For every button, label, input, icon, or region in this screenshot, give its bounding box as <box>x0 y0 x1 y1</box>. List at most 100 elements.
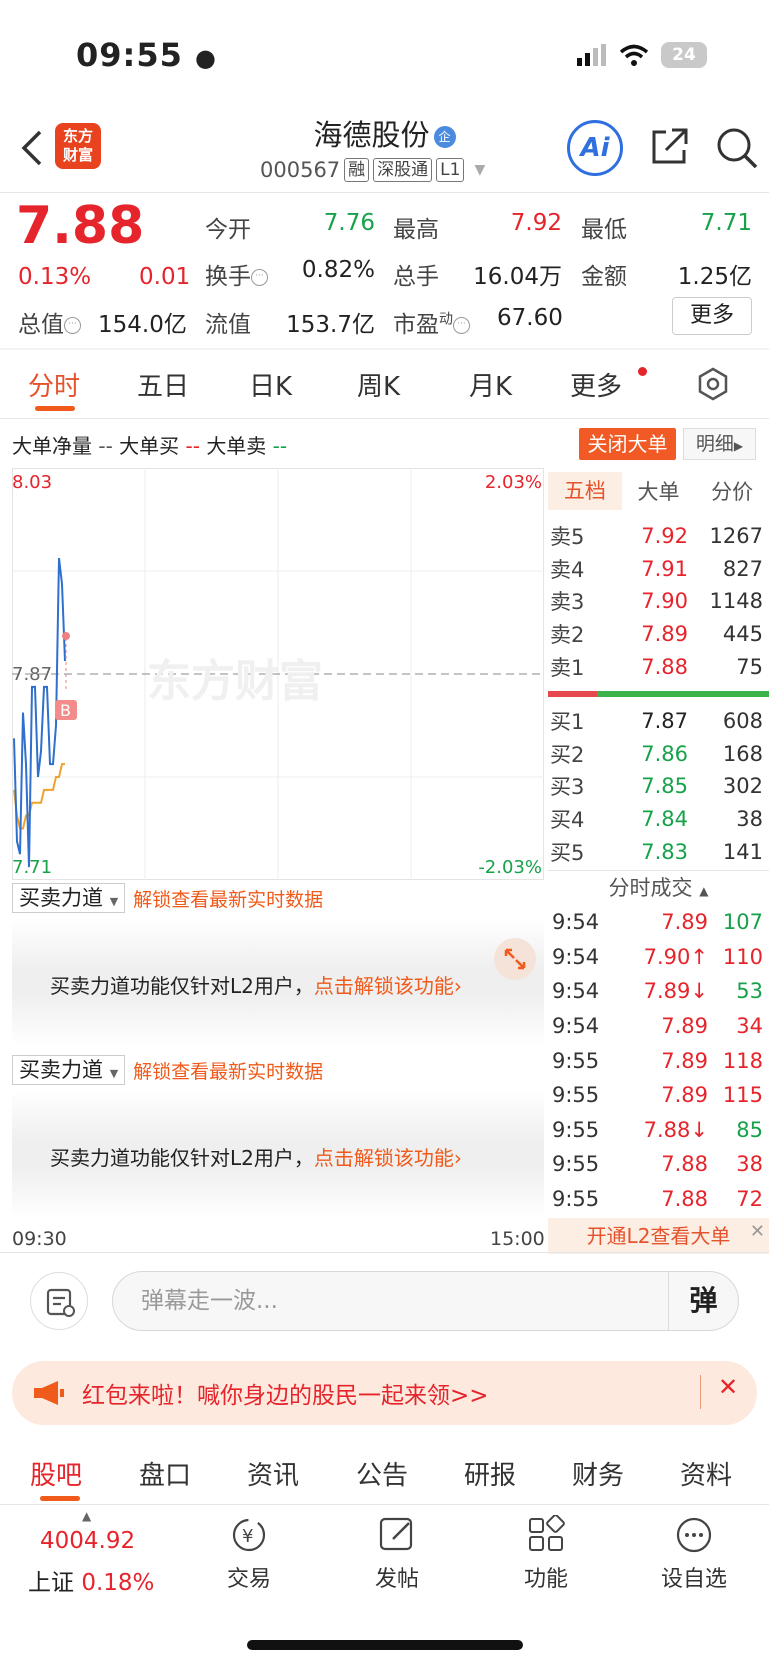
nav-trade[interactable]: ¥ 交易 <box>199 1515 299 1593</box>
bid-row[interactable]: 买5 7.83 141 <box>548 835 769 868</box>
l2-cta-banner[interactable]: 开通L2查看大单 ✕ <box>548 1218 769 1255</box>
tab-pankou[interactable]: 盘口 <box>139 1455 191 1492</box>
tab-more[interactable]: 更多 <box>570 366 622 403</box>
close-big-order-button[interactable]: 关闭大单 <box>579 428 676 460</box>
banner-text: 红包来啦！喊你身边的股民一起来领>> <box>82 1383 489 1409</box>
close-icon[interactable]: ✕ <box>750 1214 765 1250</box>
chevron-down-icon: ▼ <box>109 1067 119 1080</box>
indicator-select[interactable]: 买卖力道 ▼ <box>12 883 126 913</box>
tab-5day[interactable]: 五日 <box>137 366 189 403</box>
nav-add-watchlist[interactable]: 设自选 <box>644 1515 744 1593</box>
ticks-list: 9:54 7.89 107 9:54 7.90↑ 110 9:54 7.89↓ 53 9:5… <box>548 905 769 1216</box>
tick-volume: 115 <box>722 1083 763 1108</box>
open-label: 今开 <box>205 217 251 243</box>
settings-icon[interactable] <box>696 367 730 401</box>
mcap-value: 154.0亿 <box>98 312 187 338</box>
tick-price: 7.89 <box>661 910 708 935</box>
turnover-label-text: 换手 <box>205 264 251 290</box>
tab-daily-k[interactable]: 日K <box>249 366 292 403</box>
stock-name: 海德股份 <box>313 118 430 152</box>
caret-up-icon: ▲ <box>82 1509 92 1523</box>
comment-list-icon <box>46 1288 75 1317</box>
big-order-sell-label: 大单卖 <box>206 434 267 458</box>
volume-value: 16.04万 <box>473 264 562 290</box>
danmu-list-button[interactable] <box>30 1272 88 1330</box>
info-icon[interactable]: ··· <box>251 269 268 286</box>
index-value[interactable]: 4004.92 <box>40 1528 135 1554</box>
share-icon[interactable] <box>648 126 690 168</box>
ticks-header[interactable]: 分时成交 ▲ <box>548 871 769 905</box>
ask-row[interactable]: 卖3 7.90 1148 <box>548 585 769 618</box>
pct-max-label: 2.03% <box>485 472 542 493</box>
bid-row[interactable]: 买3 7.85 302 <box>548 770 769 803</box>
corp-badge: 企 <box>433 126 456 148</box>
mcap-label: 总值 ··· <box>18 305 81 339</box>
info-icon[interactable]: ··· <box>453 317 470 334</box>
chart-watermark: 东方财富 <box>147 656 323 707</box>
bid-row[interactable]: 买2 7.86 168 <box>548 738 769 771</box>
tab-news[interactable]: 资讯 <box>247 1455 299 1492</box>
expand-button[interactable] <box>494 938 536 980</box>
index-summary[interactable]: 上证 0.18% <box>28 1563 154 1597</box>
tab-five-levels[interactable]: 五档 <box>548 472 622 510</box>
l2-message: 买卖力道功能仅针对L2用户，点击解锁该功能› <box>50 1142 462 1171</box>
float-label: 流值 <box>205 312 251 338</box>
detail-button[interactable]: 明细▶ <box>683 428 756 460</box>
bid-row[interactable]: 买4 7.84 38 <box>548 803 769 836</box>
ai-button[interactable]: Ai <box>567 120 623 176</box>
unlock-link[interactable]: 解锁查看最新实时数据 <box>133 885 323 912</box>
tick-price: 7.89 <box>661 1083 708 1108</box>
tick-price: 7.88↓ <box>643 1117 708 1142</box>
tick-volume: 107 <box>722 910 763 935</box>
tab-profile[interactable]: 资料 <box>680 1455 732 1492</box>
tick-row: 9:55 7.88 72 <box>548 1182 769 1217</box>
tab-research[interactable]: 研报 <box>464 1455 516 1492</box>
tick-price: 7.88 <box>661 1152 708 1177</box>
tick-row: 9:55 7.88↓ 85 <box>548 1113 769 1148</box>
more-button[interactable]: 更多 <box>672 297 752 335</box>
tag-connect: 深股通 <box>373 158 433 182</box>
svg-text:¥: ¥ <box>242 1526 253 1547</box>
big-order-buy-label: 大单买 <box>119 434 180 458</box>
nav-post[interactable]: 发帖 <box>347 1515 447 1593</box>
bid-row[interactable]: 买1 7.87 608 <box>548 705 769 738</box>
order-book-tabs: 五档 大单 分价 <box>548 470 769 512</box>
nav-functions[interactable]: 功能 <box>496 1515 596 1593</box>
close-icon[interactable]: ✕ <box>718 1373 738 1401</box>
unlock-feature-link[interactable]: 点击解锁该功能 <box>314 1146 454 1170</box>
tick-volume: 85 <box>736 1117 763 1142</box>
tick-time: 9:55 <box>552 1152 600 1177</box>
big-order-net-value: -- <box>98 434 113 458</box>
danmu-input[interactable]: 弹幕走一波... <box>112 1271 739 1331</box>
ask-row[interactable]: 卖1 7.88 75 <box>548 650 769 683</box>
nav-trade-label: 交易 <box>226 1567 271 1592</box>
ask-row[interactable]: 卖2 7.89 445 <box>548 618 769 651</box>
red-packet-banner[interactable]: 红包来啦！喊你身边的股民一起来领>> ✕ <box>12 1361 757 1425</box>
stock-code: 000567 <box>260 158 341 182</box>
ask-row[interactable]: 卖5 7.92 1267 <box>548 520 769 553</box>
tab-big-orders[interactable]: 大单 <box>622 476 696 506</box>
tab-finance[interactable]: 财务 <box>572 1455 624 1492</box>
tab-monthly-k[interactable]: 月K <box>469 366 512 403</box>
ask-volume: 1148 <box>709 589 763 614</box>
tab-intraday[interactable]: 分时 <box>28 366 80 403</box>
unlock-feature-link[interactable]: 点击解锁该功能 <box>314 974 454 998</box>
ask-row[interactable]: 卖4 7.91 827 <box>548 553 769 586</box>
intraday-chart[interactable]: 东方财富 B 8.03 7.87 7.71 2.03% -2.03% <box>12 468 544 880</box>
unlock-link[interactable]: 解锁查看最新实时数据 <box>133 1057 323 1084</box>
wifi-icon <box>619 44 649 66</box>
l2-cta-text: 开通L2查看大单 <box>586 1224 731 1249</box>
tab-price-distribution[interactable]: 分价 <box>695 476 769 506</box>
search-icon[interactable] <box>715 126 759 170</box>
tab-guba[interactable]: 股吧 <box>30 1455 82 1492</box>
indicator-select[interactable]: 买卖力道 ▼ <box>12 1055 126 1085</box>
danmu-toggle-button[interactable]: 弹 <box>668 1272 738 1330</box>
more-dots-icon <box>676 1517 712 1553</box>
stock-code-row[interactable]: 000567 融 深股通 L1 ▼ <box>260 158 485 182</box>
info-icon[interactable]: ··· <box>64 317 81 334</box>
tab-announcements[interactable]: 公告 <box>356 1455 408 1492</box>
index-name: 上证 <box>28 1570 74 1596</box>
tab-weekly-k[interactable]: 周K <box>357 366 400 403</box>
change-percent: 0.13% <box>18 264 92 290</box>
tick-row: 9:55 7.89 118 <box>548 1043 769 1078</box>
